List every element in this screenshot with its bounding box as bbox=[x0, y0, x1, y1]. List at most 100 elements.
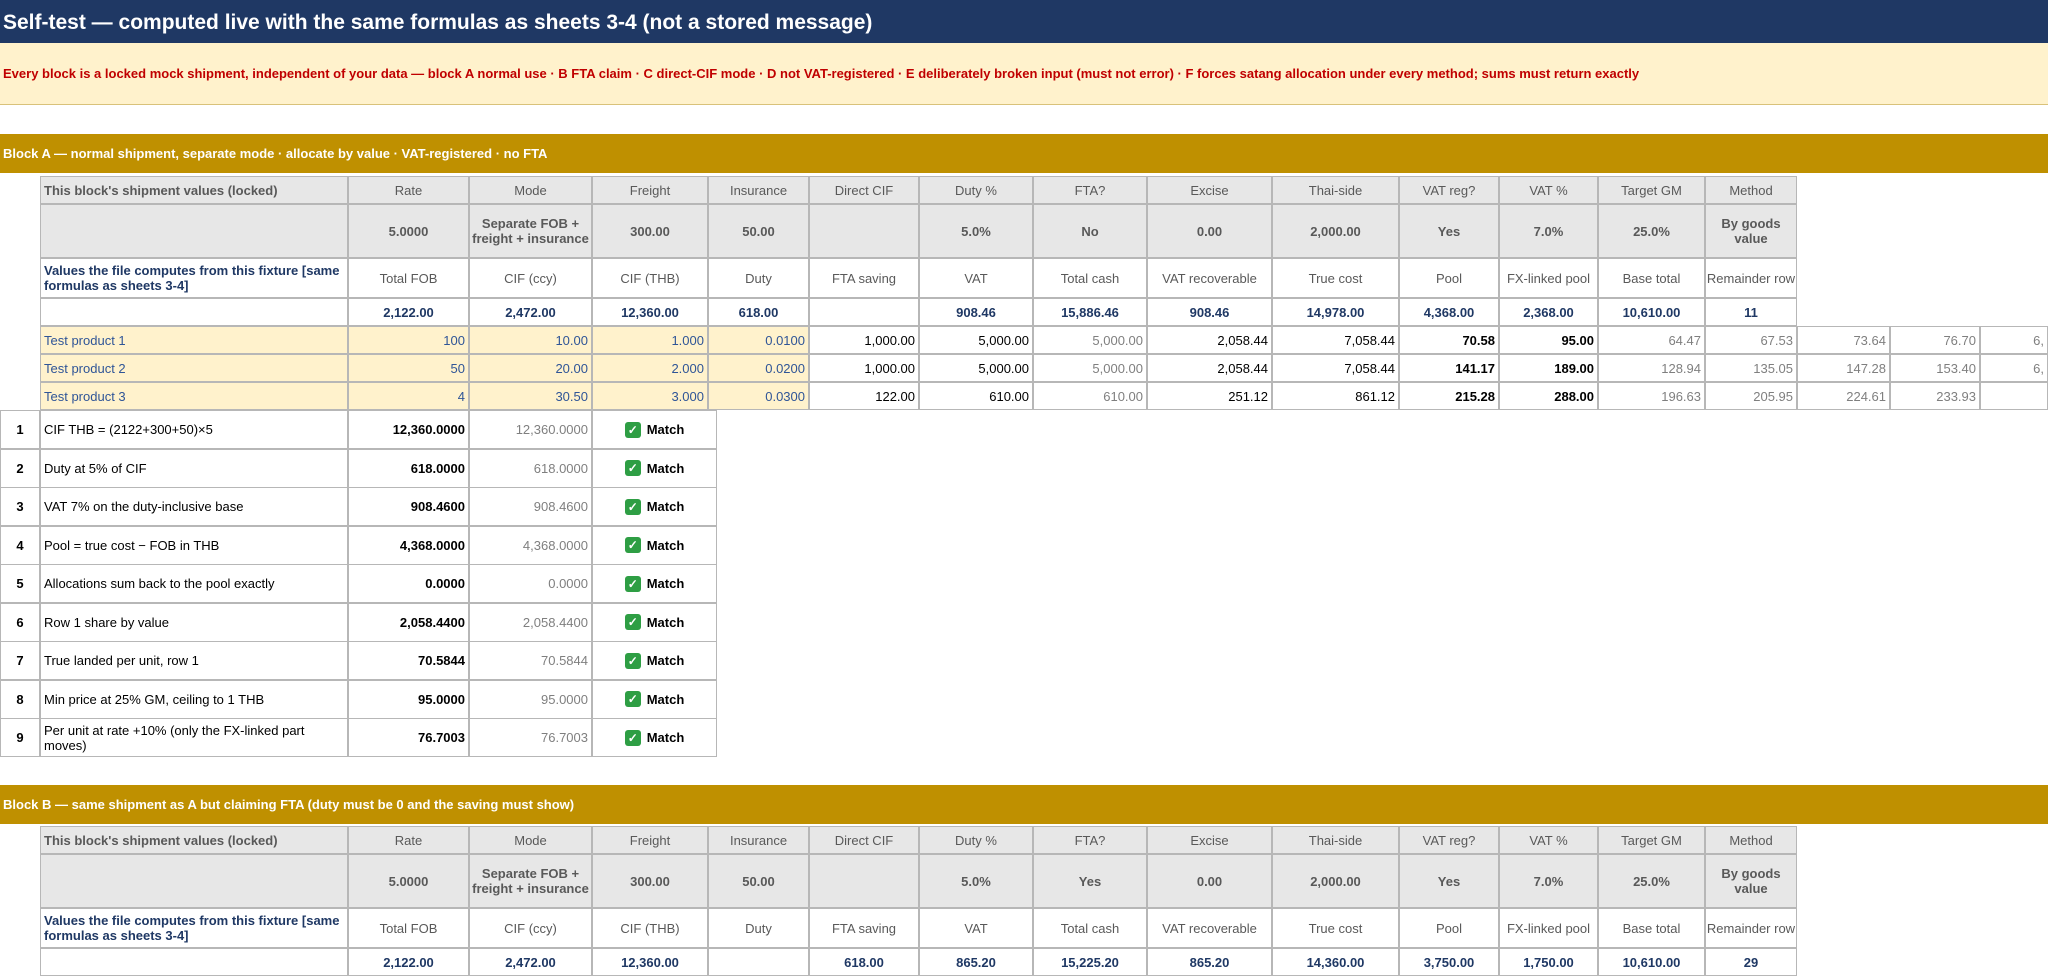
check-result[interactable]: ✓ Match bbox=[592, 410, 717, 449]
check-expected-value[interactable]: 908.4600 bbox=[348, 487, 469, 526]
check-expected-value[interactable]: 70.5844 bbox=[348, 641, 469, 680]
computed-value[interactable]: 2,472.00 bbox=[469, 298, 592, 326]
computed-value[interactable]: 12,360.00 bbox=[592, 298, 708, 326]
locked-input-value[interactable]: Yes bbox=[1399, 854, 1499, 908]
check-number[interactable]: 2 bbox=[0, 448, 40, 488]
product-calc-value[interactable]: 288.00 bbox=[1499, 382, 1598, 410]
locked-input-value[interactable]: 2,000.00 bbox=[1272, 854, 1399, 908]
locked-input-value[interactable]: 5.0% bbox=[919, 854, 1033, 908]
product-calc-value[interactable]: 215.28 bbox=[1399, 382, 1499, 410]
computed-value[interactable]: 2,122.00 bbox=[348, 948, 469, 976]
check-expected-value[interactable]: 95.0000 bbox=[348, 679, 469, 719]
check-description[interactable]: Row 1 share by value bbox=[40, 602, 348, 642]
product-calc-value[interactable]: 128.94 bbox=[1598, 354, 1705, 382]
computed-value[interactable]: 865.20 bbox=[1147, 948, 1272, 976]
check-description[interactable]: Min price at 25% GM, ceiling to 1 THB bbox=[40, 679, 348, 719]
computed-value[interactable] bbox=[809, 298, 919, 326]
check-computed-value[interactable]: 908.4600 bbox=[469, 487, 592, 526]
check-result[interactable]: ✓ Match bbox=[592, 487, 717, 526]
computed-value[interactable]: 4,368.00 bbox=[1399, 298, 1499, 326]
product-calc-value[interactable]: 5,000.00 bbox=[1033, 326, 1147, 354]
product-volume[interactable]: 0.0300 bbox=[708, 382, 809, 410]
product-weight[interactable]: 3.000 bbox=[592, 382, 708, 410]
product-calc-value[interactable]: 233.93 bbox=[1890, 382, 1980, 410]
locked-input-value[interactable]: 25.0% bbox=[1598, 854, 1705, 908]
computed-value[interactable]: 2,368.00 bbox=[1499, 298, 1598, 326]
locked-input-value[interactable]: 0.00 bbox=[1147, 204, 1272, 258]
locked-input-value[interactable]: 300.00 bbox=[592, 854, 708, 908]
check-description[interactable]: Per unit at rate +10% (only the FX-linke… bbox=[40, 718, 348, 757]
product-calc-value[interactable]: 189.00 bbox=[1499, 354, 1598, 382]
computed-value[interactable]: 2,122.00 bbox=[348, 298, 469, 326]
check-expected-value[interactable]: 618.0000 bbox=[348, 448, 469, 488]
computed-value[interactable]: 14,360.00 bbox=[1272, 948, 1399, 976]
product-calc-value[interactable]: 610.00 bbox=[919, 382, 1033, 410]
computed-value[interactable]: 10,610.00 bbox=[1598, 948, 1705, 976]
check-result[interactable]: ✓ Match bbox=[592, 564, 717, 603]
product-qty[interactable]: 4 bbox=[348, 382, 469, 410]
check-computed-value[interactable]: 70.5844 bbox=[469, 641, 592, 680]
locked-input-value[interactable]: Yes bbox=[1399, 204, 1499, 258]
locked-input-value[interactable]: By goods value bbox=[1705, 854, 1797, 908]
product-calc-value[interactable]: 153.40 bbox=[1890, 354, 1980, 382]
check-computed-value[interactable]: 76.7003 bbox=[469, 718, 592, 757]
product-name[interactable]: Test product 1 bbox=[40, 326, 348, 354]
product-calc-value[interactable]: 141.17 bbox=[1399, 354, 1499, 382]
locked-input-value[interactable]: 7.0% bbox=[1499, 854, 1598, 908]
locked-input-value[interactable]: No bbox=[1033, 204, 1147, 258]
check-expected-value[interactable]: 12,360.0000 bbox=[348, 410, 469, 449]
product-calc-value[interactable]: 251.12 bbox=[1147, 382, 1272, 410]
product-calc-value[interactable]: 95.00 bbox=[1499, 326, 1598, 354]
product-calc-value[interactable]: 205.95 bbox=[1705, 382, 1797, 410]
check-expected-value[interactable]: 76.7003 bbox=[348, 718, 469, 757]
check-expected-value[interactable]: 4,368.0000 bbox=[348, 525, 469, 565]
product-calc-value[interactable]: 1,000.00 bbox=[809, 326, 919, 354]
check-description[interactable]: VAT 7% on the duty-inclusive base bbox=[40, 487, 348, 526]
product-calc-value[interactable] bbox=[1980, 382, 2048, 410]
product-calc-value[interactable]: 610.00 bbox=[1033, 382, 1147, 410]
product-calc-value[interactable]: 7,058.44 bbox=[1272, 326, 1399, 354]
check-computed-value[interactable]: 4,368.0000 bbox=[469, 525, 592, 565]
locked-input-value[interactable]: By goods value bbox=[1705, 204, 1797, 258]
product-calc-value[interactable]: 73.64 bbox=[1797, 326, 1890, 354]
locked-input-value[interactable]: 300.00 bbox=[592, 204, 708, 258]
check-number[interactable]: 8 bbox=[0, 679, 40, 719]
computed-value[interactable]: 908.46 bbox=[1147, 298, 1272, 326]
product-calc-value[interactable]: 122.00 bbox=[809, 382, 919, 410]
check-number[interactable]: 4 bbox=[0, 525, 40, 565]
computed-value[interactable]: 14,978.00 bbox=[1272, 298, 1399, 326]
product-calc-value[interactable]: 861.12 bbox=[1272, 382, 1399, 410]
product-calc-value[interactable]: 147.28 bbox=[1797, 354, 1890, 382]
locked-input-value[interactable]: 0.00 bbox=[1147, 854, 1272, 908]
product-calc-value[interactable]: 1,000.00 bbox=[809, 354, 919, 382]
product-name[interactable]: Test product 2 bbox=[40, 354, 348, 382]
computed-value[interactable]: 29 bbox=[1705, 948, 1797, 976]
locked-input-value[interactable]: Separate FOB + freight + insurance bbox=[469, 204, 592, 258]
computed-value[interactable]: 1,750.00 bbox=[1499, 948, 1598, 976]
product-calc-value[interactable]: 6, bbox=[1980, 354, 2048, 382]
check-number[interactable]: 5 bbox=[0, 564, 40, 603]
check-description[interactable]: CIF THB = (2122+300+50)×5 bbox=[40, 410, 348, 449]
computed-value[interactable]: 3,750.00 bbox=[1399, 948, 1499, 976]
check-description[interactable]: Pool = true cost − FOB in THB bbox=[40, 525, 348, 565]
product-calc-value[interactable]: 76.70 bbox=[1890, 326, 1980, 354]
check-number[interactable]: 3 bbox=[0, 487, 40, 526]
product-calc-value[interactable]: 2,058.44 bbox=[1147, 326, 1272, 354]
locked-input-value[interactable]: 5.0% bbox=[919, 204, 1033, 258]
check-computed-value[interactable]: 0.0000 bbox=[469, 564, 592, 603]
locked-input-value[interactable] bbox=[809, 204, 919, 258]
locked-input-value[interactable]: 25.0% bbox=[1598, 204, 1705, 258]
product-volume[interactable]: 0.0200 bbox=[708, 354, 809, 382]
product-calc-value[interactable]: 6, bbox=[1980, 326, 2048, 354]
check-number[interactable]: 1 bbox=[0, 410, 40, 449]
computed-value[interactable]: 908.46 bbox=[919, 298, 1033, 326]
locked-input-value[interactable]: 2,000.00 bbox=[1272, 204, 1399, 258]
computed-value[interactable] bbox=[708, 948, 809, 976]
check-description[interactable]: Duty at 5% of CIF bbox=[40, 448, 348, 488]
product-fob[interactable]: 30.50 bbox=[469, 382, 592, 410]
check-result[interactable]: ✓ Match bbox=[592, 641, 717, 680]
product-calc-value[interactable]: 224.61 bbox=[1797, 382, 1890, 410]
locked-input-value[interactable]: 7.0% bbox=[1499, 204, 1598, 258]
product-calc-value[interactable]: 64.47 bbox=[1598, 326, 1705, 354]
product-calc-value[interactable]: 2,058.44 bbox=[1147, 354, 1272, 382]
